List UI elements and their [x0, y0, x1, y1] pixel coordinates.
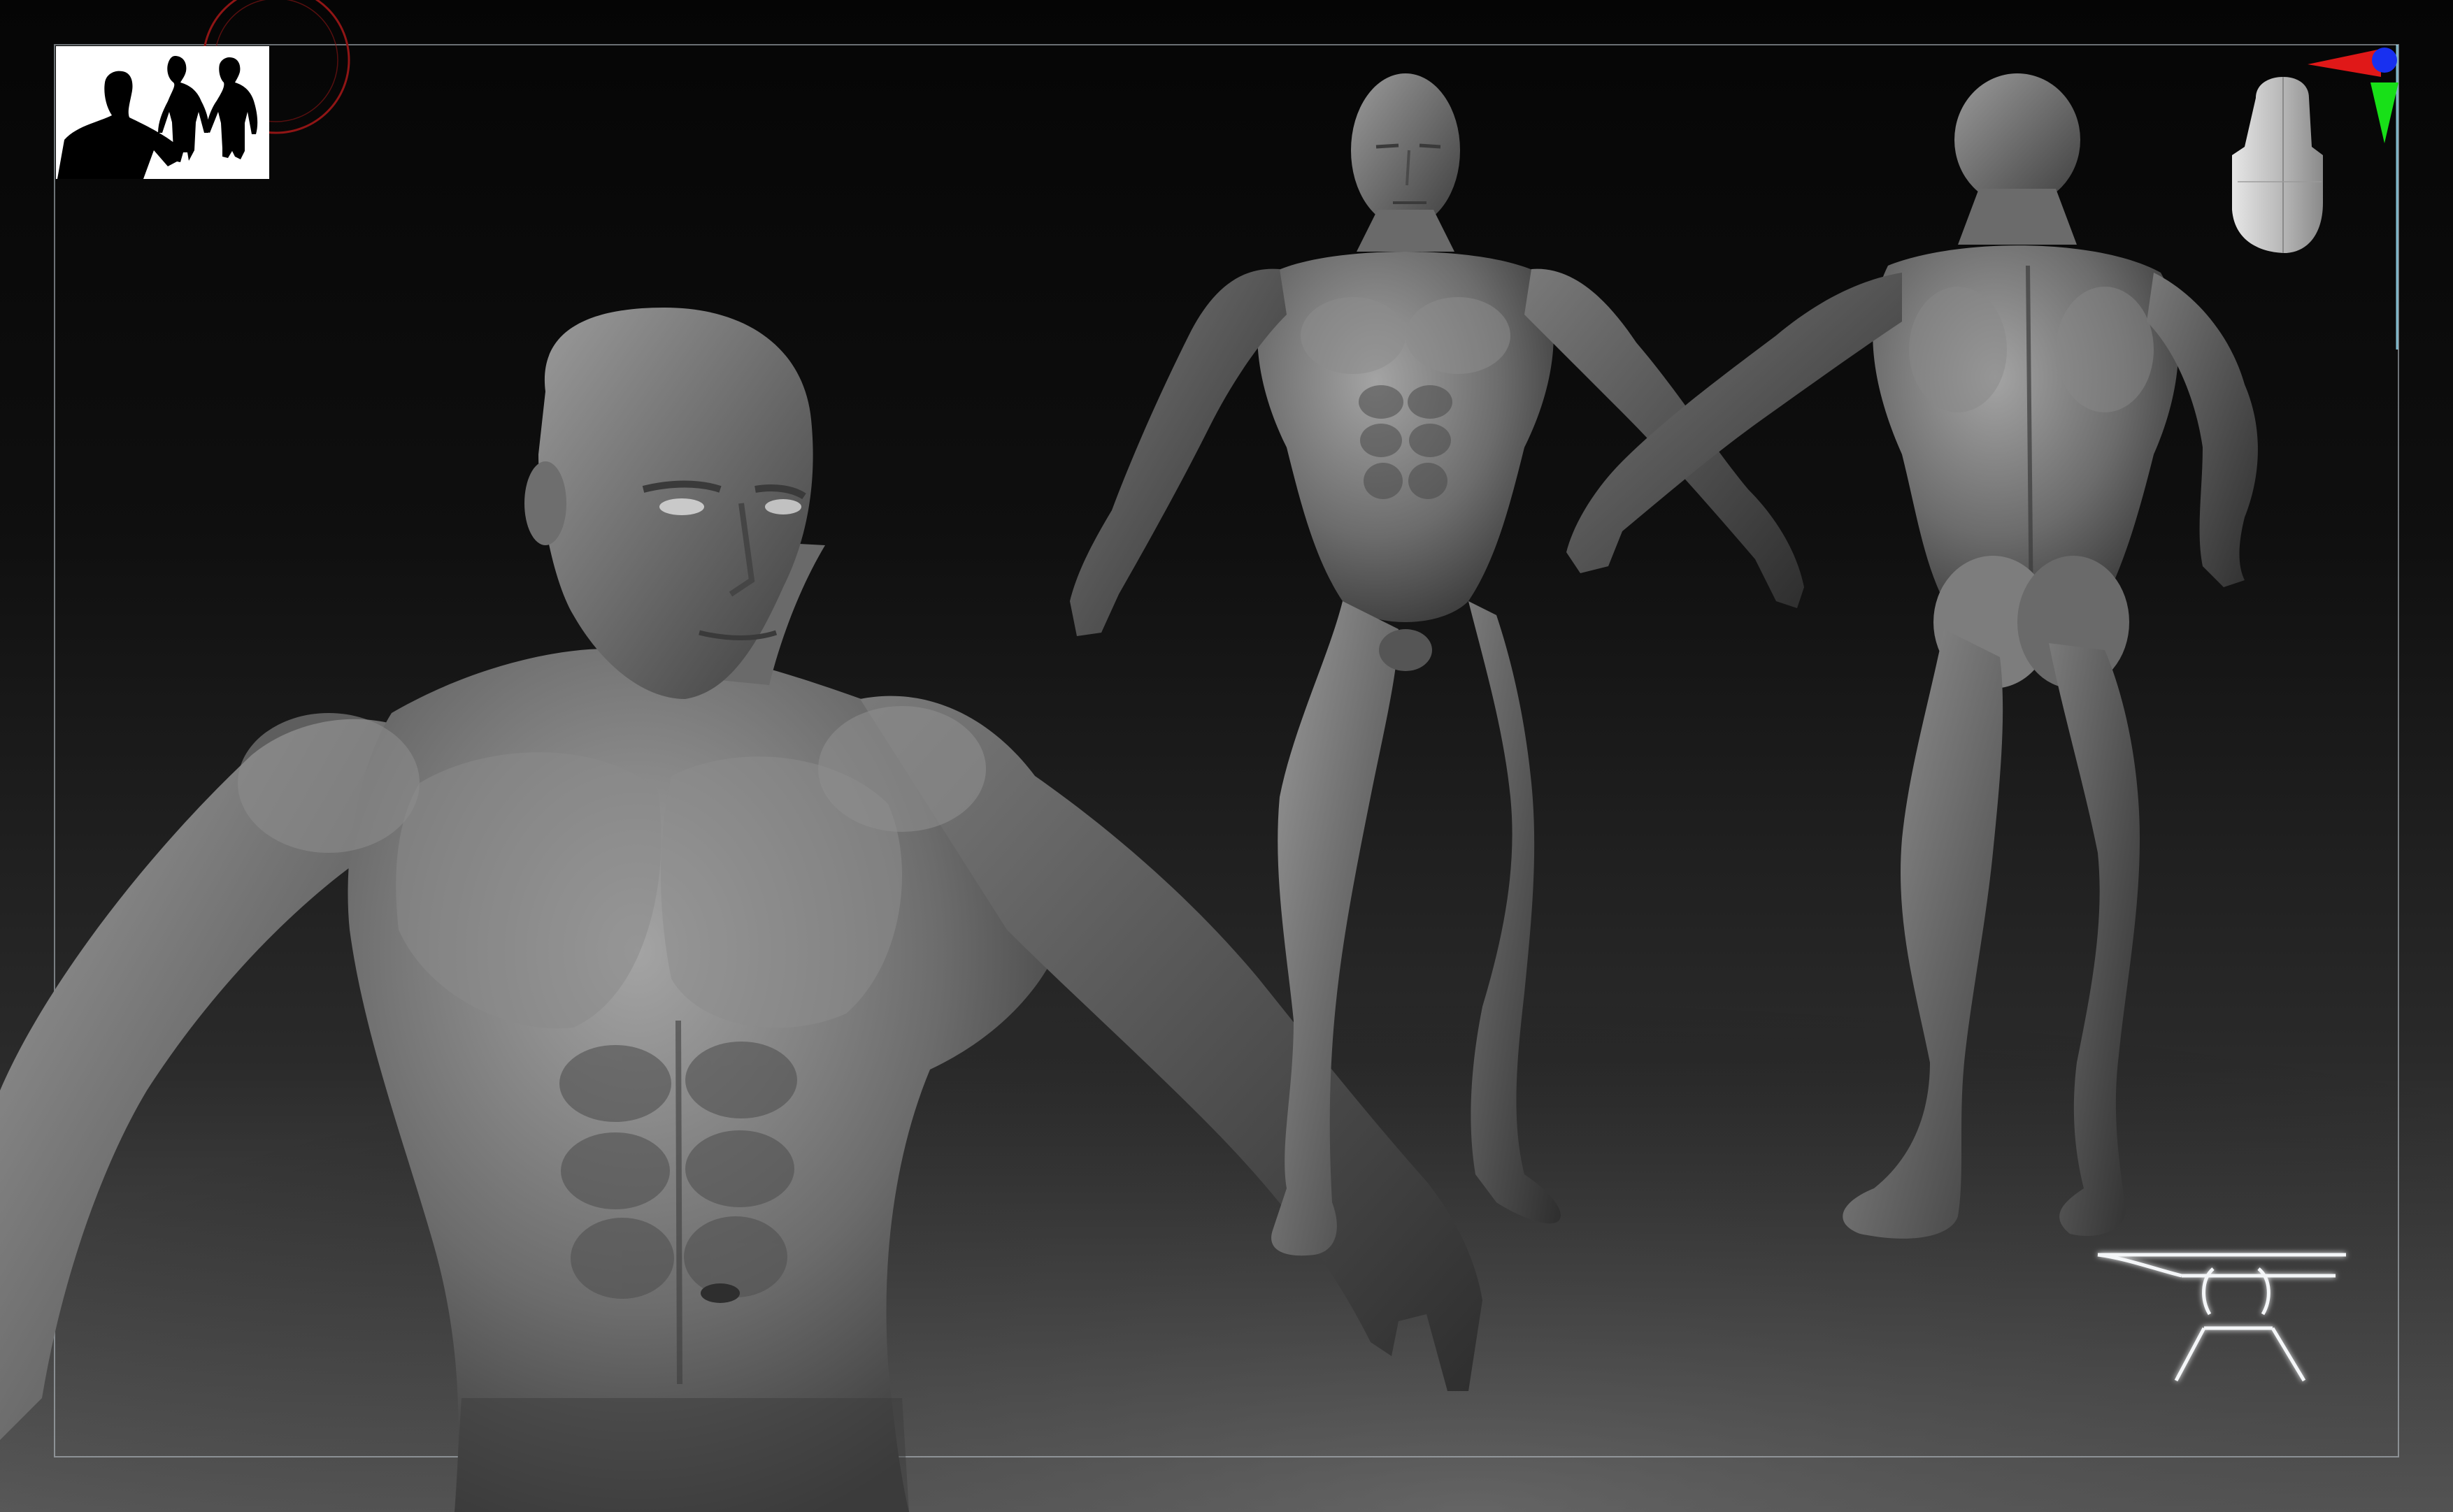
closeup-deltoid — [818, 706, 986, 832]
viewport-canvas[interactable] — [0, 0, 2453, 1512]
gizmo-z-axis — [2372, 48, 2397, 73]
front-right-pec — [1406, 297, 1510, 374]
closeup-lower-shadow — [455, 1398, 909, 1512]
closeup-ear — [524, 461, 566, 545]
front-left-pec — [1301, 297, 1406, 374]
back-neck — [1958, 189, 2077, 245]
back-left-scapula — [1909, 287, 2007, 412]
silhouette-thumbnail-icon[interactable] — [56, 46, 269, 179]
sculpt-viewport[interactable] — [0, 0, 2453, 1512]
closeup-navel — [701, 1283, 740, 1303]
back-right-scapula — [2056, 287, 2154, 412]
closeup-left-deltoid — [238, 713, 420, 853]
back-head — [1954, 73, 2080, 206]
closeup-abs-midline — [675, 1020, 682, 1385]
front-groin — [1379, 629, 1432, 671]
